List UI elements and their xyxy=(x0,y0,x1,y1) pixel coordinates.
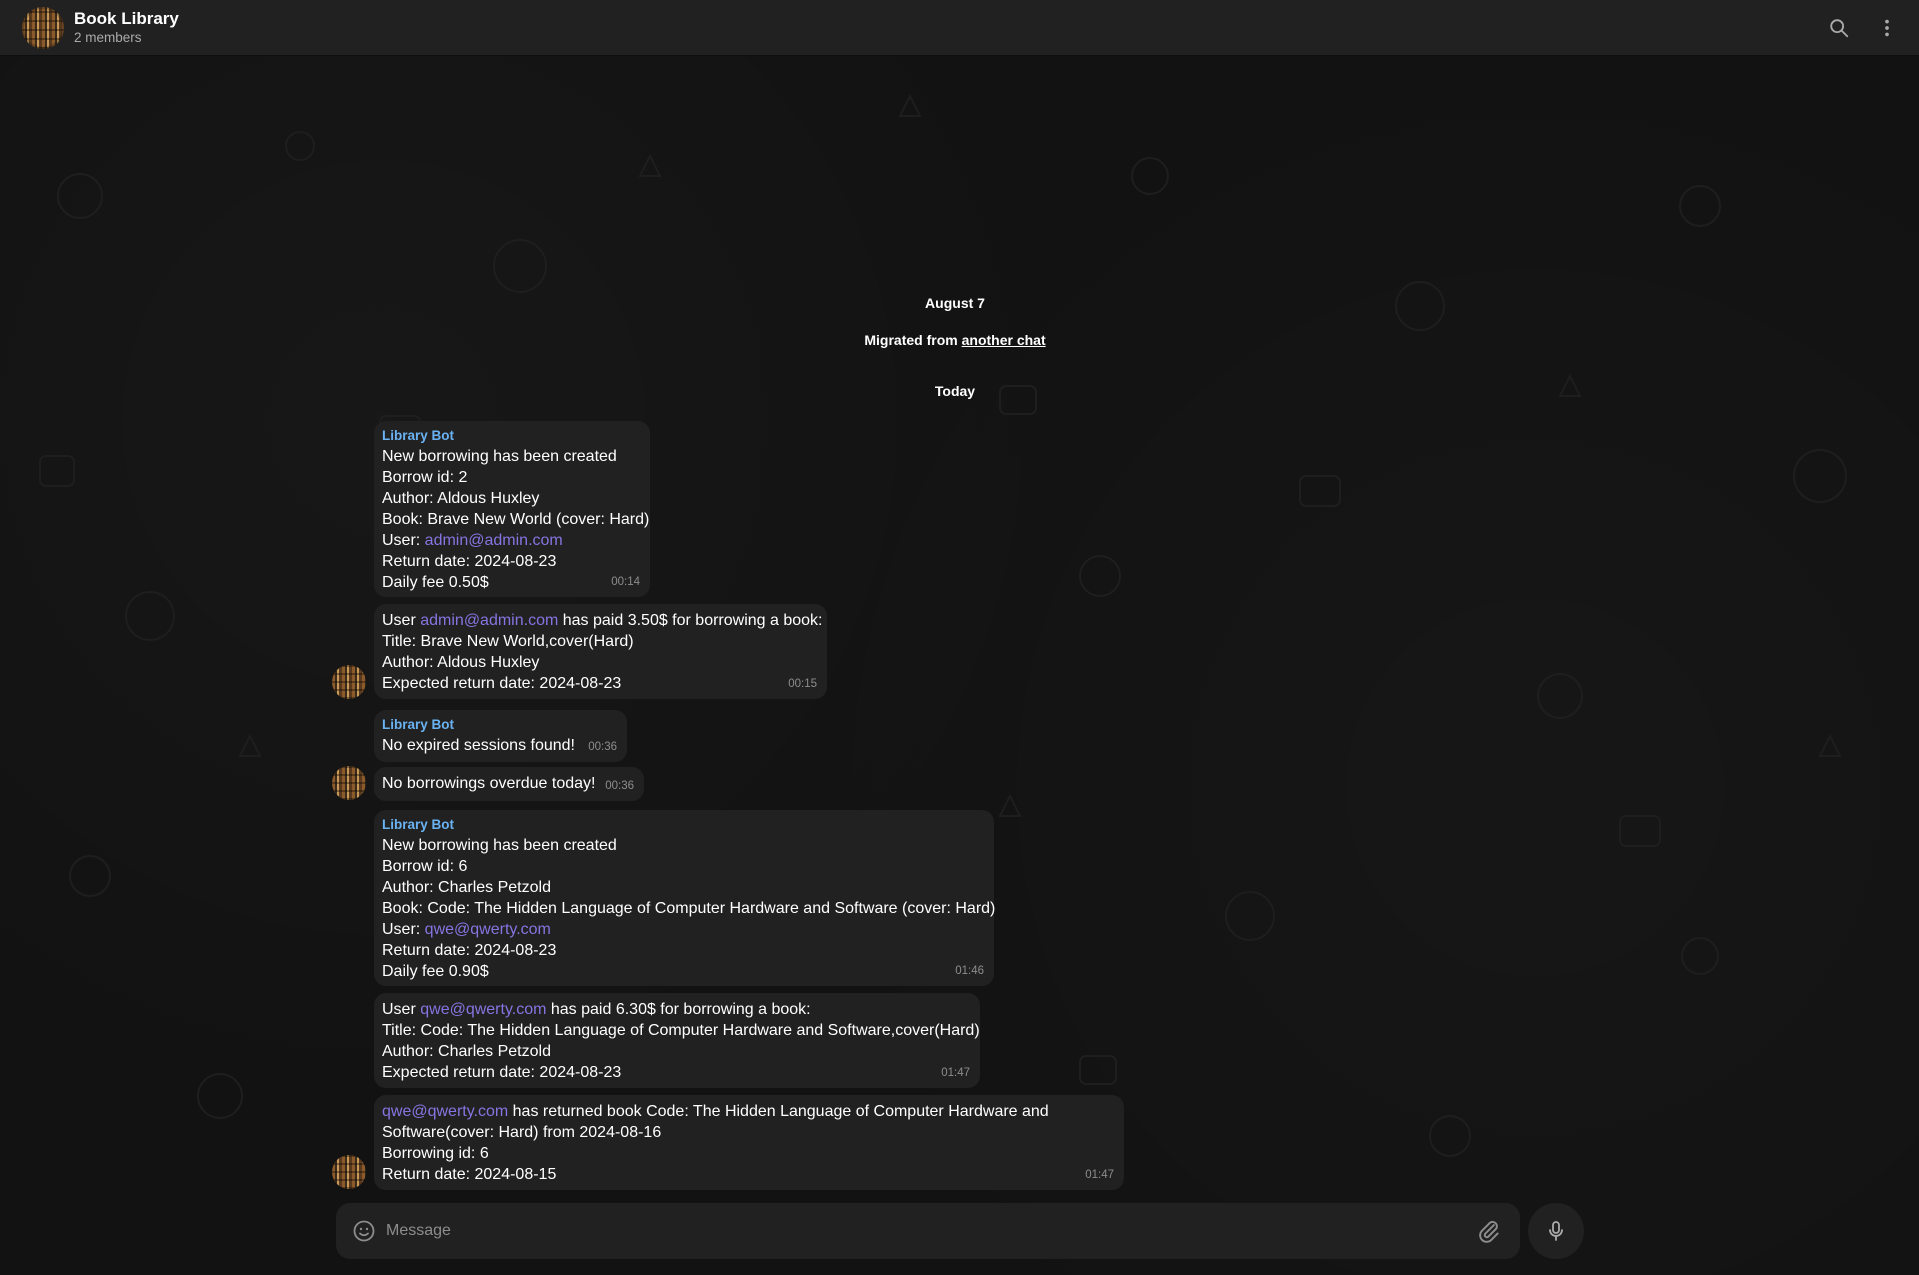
message-bubble[interactable]: Library Bot New borrowing has been creat… xyxy=(374,810,996,986)
message-line: Title: Brave New World,cover(Hard) xyxy=(382,633,634,650)
member-count: 2 members xyxy=(74,30,142,45)
header-actions xyxy=(1825,14,1901,42)
migrated-link[interactable]: another chat xyxy=(962,332,1046,348)
message-bubble[interactable]: User qwe@qwerty.com has paid 6.30$ for b… xyxy=(374,993,980,1088)
migrated-notice: Migrated from another chat xyxy=(0,332,1910,348)
message-line: Expected return date: 2024-08-23 xyxy=(382,1064,622,1081)
message-line: Return date: 2024-08-23 xyxy=(382,942,557,959)
message-bubble[interactable]: No borrowings overdue today! 00:36 xyxy=(374,767,644,801)
message-line: Software(cover: Hard) from 2024-08-16 xyxy=(382,1124,662,1141)
sender-avatar[interactable] xyxy=(332,766,366,800)
message-time: 01:47 xyxy=(941,1067,970,1079)
message-time: 00:15 xyxy=(788,678,817,690)
message-line: New borrowing has been created xyxy=(382,837,617,854)
message-line: qwe@qwerty.com has returned book Code: T… xyxy=(382,1101,1115,1122)
chat-title: Book Library xyxy=(74,9,179,28)
message-bubble[interactable]: Library Bot New borrowing has been creat… xyxy=(374,421,650,597)
migrated-text: Migrated from xyxy=(864,332,962,348)
message-time: 00:14 xyxy=(611,576,640,588)
email-link[interactable]: qwe@qwerty.com xyxy=(420,1001,546,1018)
message-bubble[interactable]: User admin@admin.com has paid 3.50$ for … xyxy=(374,604,827,699)
message-line: Author: Aldous Huxley xyxy=(382,490,540,507)
microphone-icon[interactable] xyxy=(1528,1203,1584,1259)
message-line: User: qwe@qwerty.com xyxy=(382,919,985,940)
email-link[interactable]: qwe@qwerty.com xyxy=(425,921,551,938)
message-line: No borrowings overdue today! xyxy=(382,775,596,792)
message-sender[interactable]: Library Bot xyxy=(382,816,985,834)
message-line: Book: Brave New World (cover: Hard) xyxy=(382,511,650,528)
message-line: Borrow id: 2 xyxy=(382,469,468,486)
message-line: Expected return date: 2024-08-23 xyxy=(382,675,622,692)
message-time: 00:36 xyxy=(588,741,617,753)
more-vertical-icon[interactable] xyxy=(1873,14,1901,42)
paperclip-icon[interactable] xyxy=(1476,1218,1502,1244)
message-line: User qwe@qwerty.com has paid 6.30$ for b… xyxy=(382,999,971,1020)
message-line: Daily fee 0.90$ xyxy=(382,963,489,980)
message-line: Return date: 2024-08-23 xyxy=(382,553,557,570)
message-bubble[interactable]: Library Bot No expired sessions found! 0… xyxy=(374,710,627,762)
message-line: Return date: 2024-08-15 xyxy=(382,1166,557,1183)
message-line: User: admin@admin.com xyxy=(382,530,641,551)
message-line: Title: Code: The Hidden Language of Comp… xyxy=(382,1022,980,1039)
search-icon[interactable] xyxy=(1825,14,1853,42)
message-line: Book: Code: The Hidden Language of Compu… xyxy=(382,900,996,917)
message-line: Borrowing id: 6 xyxy=(382,1145,489,1162)
message-time: 01:46 xyxy=(955,965,984,977)
message-line: Author: Charles Petzold xyxy=(382,1043,551,1060)
sender-avatar[interactable] xyxy=(332,665,366,699)
message-line: New borrowing has been created xyxy=(382,448,617,465)
user-label: User: xyxy=(382,921,425,938)
emoji-icon[interactable] xyxy=(352,1219,376,1243)
message-time: 00:36 xyxy=(605,780,634,792)
message-time: 01:47 xyxy=(1085,1169,1114,1181)
message-line: Author: Aldous Huxley xyxy=(382,654,540,671)
user-label: User: xyxy=(382,532,425,549)
pay-suffix: has paid 6.30$ for borrowing a book: xyxy=(546,1001,811,1018)
message-line: No expired sessions found! xyxy=(382,737,575,754)
message-line: Daily fee 0.50$ xyxy=(382,574,489,591)
message-composer xyxy=(336,1203,1520,1259)
email-link[interactable]: qwe@qwerty.com xyxy=(382,1103,508,1120)
date-separator-today: Today xyxy=(934,383,976,399)
pay-prefix: User xyxy=(382,1001,421,1018)
message-line: Author: Charles Petzold xyxy=(382,879,551,896)
pay-prefix: User xyxy=(382,612,421,629)
return-text: has returned book Code: The Hidden Langu… xyxy=(508,1103,1049,1120)
message-line: User admin@admin.com has paid 3.50$ for … xyxy=(382,610,822,631)
pay-suffix: has paid 3.50$ for borrowing a book: xyxy=(558,612,823,629)
date-separator: August 7 xyxy=(925,295,985,311)
sender-avatar[interactable] xyxy=(332,1155,366,1189)
message-sender[interactable]: Library Bot xyxy=(382,716,618,734)
doodle-pattern xyxy=(39,93,1847,1157)
chat-title-block[interactable]: Book Library 2 members xyxy=(74,9,179,46)
email-link[interactable]: admin@admin.com xyxy=(420,612,558,629)
chat-background xyxy=(0,56,1919,1275)
message-sender[interactable]: Library Bot xyxy=(382,427,641,445)
email-link[interactable]: admin@admin.com xyxy=(425,532,563,549)
message-line: Borrow id: 6 xyxy=(382,858,468,875)
message-bubble[interactable]: qwe@qwerty.com has returned book Code: T… xyxy=(374,1095,1124,1190)
message-input[interactable] xyxy=(386,1222,1476,1240)
chat-header: Book Library 2 members xyxy=(0,0,1919,56)
group-avatar[interactable] xyxy=(22,6,64,49)
